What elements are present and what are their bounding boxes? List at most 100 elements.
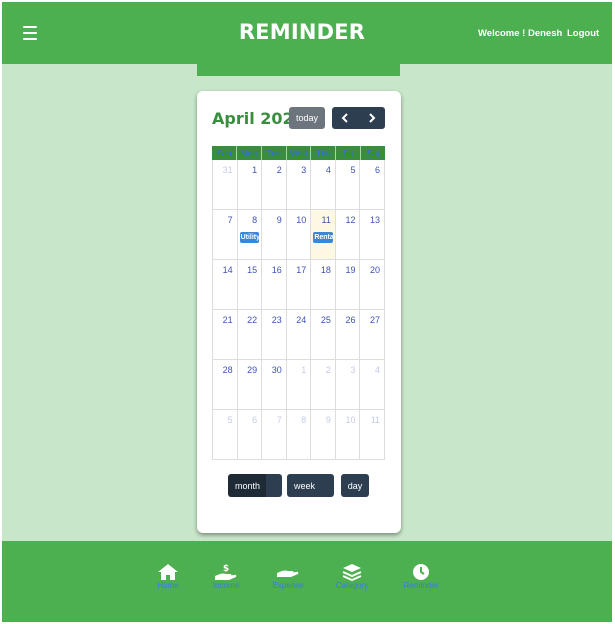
day-number[interactable]: 11	[371, 415, 380, 425]
calendar-week-row: 7 8 Utility 9 10 11 Rental 12 13	[212, 210, 386, 260]
calendar-day-cell[interactable]: 30	[261, 360, 286, 409]
day-number[interactable]: 12	[345, 215, 355, 225]
day-number[interactable]: 6	[252, 415, 257, 425]
calendar-day-cell[interactable]: 7	[212, 210, 237, 259]
day-number[interactable]: 11	[322, 215, 331, 225]
calendar-day-cell[interactable]: 24	[285, 310, 311, 359]
nav-category[interactable]: Category	[322, 563, 382, 590]
day-number[interactable]: 21	[223, 315, 233, 325]
day-number[interactable]: 24	[296, 315, 306, 325]
day-number[interactable]: 14	[223, 265, 233, 275]
calendar-day-cell[interactable]: 18	[310, 260, 335, 309]
day-view-button[interactable]: day	[341, 474, 369, 497]
day-number[interactable]: 28	[223, 365, 233, 375]
calendar-day-cell[interactable]: 23	[261, 310, 286, 359]
day-number[interactable]: 9	[277, 215, 282, 225]
calendar-day-cell[interactable]: 28	[212, 360, 237, 409]
calendar-day-cell[interactable]: 7	[261, 410, 286, 459]
calendar-day-cell[interactable]: 20	[359, 260, 386, 309]
calendar-day-cell[interactable]: 9	[310, 410, 335, 459]
calendar-day-cell[interactable]: 2	[310, 360, 335, 409]
calendar-day-cell[interactable]: 29	[236, 360, 262, 409]
day-number[interactable]: 18	[321, 265, 331, 275]
day-number[interactable]: 7	[277, 415, 282, 425]
calendar-day-cell[interactable]: 21	[212, 310, 237, 359]
day-number[interactable]: 4	[326, 165, 331, 175]
day-number[interactable]: 8	[301, 415, 306, 425]
prev-month-button[interactable]	[332, 107, 359, 129]
calendar-day-cell[interactable]: 11	[359, 410, 386, 459]
calendar-day-cell[interactable]: 17	[285, 260, 311, 309]
day-number[interactable]: 2	[277, 165, 282, 175]
calendar-event[interactable]: Rental	[313, 232, 333, 243]
day-number[interactable]: 30	[272, 365, 282, 375]
calendar-day-cell[interactable]: 1	[236, 160, 262, 209]
day-number[interactable]: 13	[370, 215, 380, 225]
calendar-day-cell[interactable]: 9	[261, 210, 286, 259]
nav-home[interactable]: Home	[138, 563, 198, 590]
month-view-button[interactable]: month	[228, 474, 282, 497]
day-number[interactable]: 23	[272, 315, 282, 325]
calendar-day-cell-today[interactable]: 11 Rental	[310, 210, 335, 259]
calendar-day-cell[interactable]: 13	[359, 210, 386, 259]
day-number[interactable]: 25	[321, 315, 331, 325]
day-number[interactable]: 16	[272, 265, 282, 275]
day-number[interactable]: 15	[247, 265, 257, 275]
day-number[interactable]: 22	[247, 315, 257, 325]
day-number[interactable]: 8	[252, 215, 257, 225]
calendar-day-cell[interactable]: 4	[359, 360, 386, 409]
day-number[interactable]: 27	[370, 315, 380, 325]
calendar-day-cell[interactable]: 16	[261, 260, 286, 309]
day-number[interactable]: 9	[326, 415, 331, 425]
calendar-day-cell[interactable]: 31	[212, 160, 237, 209]
calendar-day-cell[interactable]: 2	[261, 160, 286, 209]
day-number[interactable]: 1	[301, 365, 306, 375]
day-number[interactable]: 10	[345, 415, 355, 425]
day-number[interactable]: 7	[228, 215, 233, 225]
day-number[interactable]: 6	[375, 165, 380, 175]
calendar-day-cell[interactable]: 8	[285, 410, 311, 459]
calendar-nav-group	[332, 107, 385, 129]
day-number[interactable]: 5	[228, 415, 233, 425]
calendar-day-cell[interactable]: 25	[310, 310, 335, 359]
logout-link[interactable]: Logout	[567, 28, 599, 39]
calendar-day-cell[interactable]: 3	[285, 160, 311, 209]
day-number[interactable]: 10	[296, 215, 306, 225]
day-number[interactable]: 3	[301, 165, 306, 175]
calendar-day-cell[interactable]: 4	[310, 160, 335, 209]
day-number[interactable]: 17	[296, 265, 306, 275]
calendar-day-cell[interactable]: 22	[236, 310, 262, 359]
next-month-button[interactable]	[359, 107, 386, 129]
calendar-day-cell[interactable]: 19	[334, 260, 360, 309]
calendar-day-cell[interactable]: 14	[212, 260, 237, 309]
day-number[interactable]: 4	[375, 365, 380, 375]
day-number[interactable]: 29	[247, 365, 257, 375]
week-view-button[interactable]: week	[287, 474, 334, 497]
day-number[interactable]: 31	[223, 165, 233, 175]
day-number[interactable]: 3	[350, 365, 355, 375]
nav-expense[interactable]: Expense	[258, 563, 318, 590]
calendar-day-cell[interactable]: 10	[285, 210, 311, 259]
calendar-day-cell[interactable]: 27	[359, 310, 386, 359]
today-button[interactable]: today	[289, 107, 325, 129]
calendar-event[interactable]: Utility	[239, 232, 260, 243]
day-number[interactable]: 26	[345, 315, 355, 325]
calendar-day-cell[interactable]: 8 Utility	[236, 210, 262, 259]
calendar-day-cell[interactable]: 12	[334, 210, 360, 259]
calendar-day-cell[interactable]: 6	[359, 160, 386, 209]
day-number[interactable]: 1	[252, 165, 257, 175]
nav-reminder[interactable]: Reminder	[391, 563, 451, 590]
calendar-day-cell[interactable]: 15	[236, 260, 262, 309]
day-number[interactable]: 20	[370, 265, 380, 275]
day-number[interactable]: 5	[350, 165, 355, 175]
calendar-day-cell[interactable]: 5	[212, 410, 237, 459]
calendar-day-cell[interactable]: 26	[334, 310, 360, 359]
day-number[interactable]: 19	[345, 265, 355, 275]
day-number[interactable]: 2	[326, 365, 331, 375]
calendar-day-cell[interactable]: 1	[285, 360, 311, 409]
nav-income[interactable]: $ Income	[196, 563, 256, 590]
calendar-day-cell[interactable]: 10	[334, 410, 360, 459]
calendar-day-cell[interactable]: 3	[334, 360, 360, 409]
calendar-day-cell[interactable]: 5	[334, 160, 360, 209]
calendar-day-cell[interactable]: 6	[236, 410, 262, 459]
